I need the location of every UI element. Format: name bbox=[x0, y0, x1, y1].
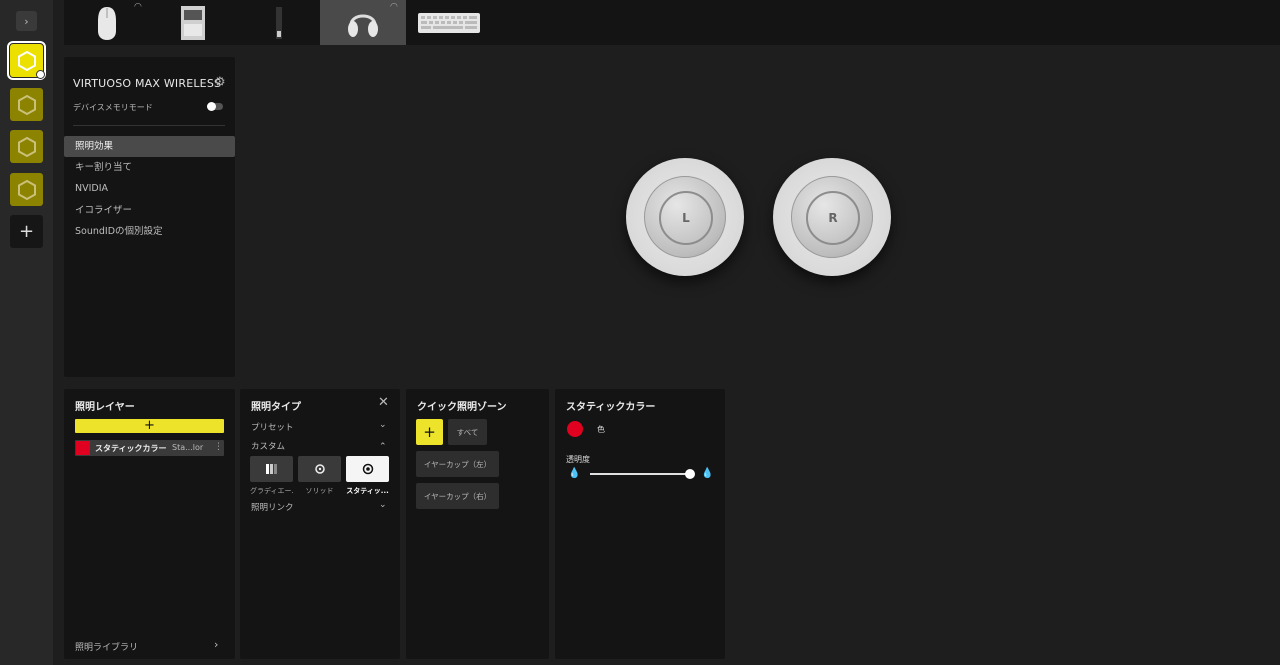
profile-button-2[interactable] bbox=[10, 88, 43, 121]
dongle-icon bbox=[181, 5, 205, 40]
solid-type-button[interactable] bbox=[298, 456, 341, 482]
left-earcup-label: L bbox=[682, 211, 690, 225]
panel-title: クイック照明ゾーン bbox=[417, 402, 507, 413]
drop-filled-icon: 💧 bbox=[701, 468, 714, 479]
chevron-up-icon[interactable]: ⌃ bbox=[379, 442, 387, 452]
headset-icon bbox=[348, 14, 378, 37]
gradient-caption: グラディエー... bbox=[250, 487, 293, 495]
opacity-slider-thumb[interactable] bbox=[685, 469, 695, 479]
menu-item-nvidia[interactable]: NVIDIA bbox=[64, 178, 235, 199]
device-tab-dongle[interactable] bbox=[150, 0, 236, 45]
layer-row[interactable]: スタティックカラー Sta...lor ⋮ bbox=[75, 440, 224, 456]
hexagon-icon bbox=[17, 136, 36, 157]
menu-item-lighting[interactable]: 照明効果 bbox=[64, 136, 235, 157]
profile-button-4[interactable] bbox=[10, 173, 43, 206]
quick-lighting-zones-panel: クイック照明ゾーン + すべて イヤーカップ（左） イヤーカップ（右） bbox=[406, 389, 549, 659]
panel-title: 照明レイヤー bbox=[75, 402, 135, 413]
static-caption: スタティッ... bbox=[346, 487, 389, 495]
right-earcup-preview[interactable]: R bbox=[773, 158, 891, 276]
zone-left-earcup-button[interactable]: イヤーカップ（左） bbox=[416, 451, 499, 477]
solid-icon bbox=[314, 464, 325, 474]
gradient-type-button[interactable] bbox=[250, 456, 293, 482]
lighting-link-section[interactable]: 照明リンク bbox=[251, 501, 294, 513]
device-title: VIRTUOSO MAX WIRELESS bbox=[73, 77, 222, 90]
close-icon[interactable]: ✕ bbox=[378, 395, 389, 410]
color-label: 色 bbox=[597, 425, 605, 434]
custom-section[interactable]: カスタム bbox=[251, 440, 285, 452]
opacity-slider[interactable] bbox=[590, 469, 695, 479]
device-tab-receiver[interactable] bbox=[236, 0, 322, 45]
left-earcup-preview[interactable]: L bbox=[626, 158, 744, 276]
wireless-icon: ◠ bbox=[134, 2, 142, 12]
lighting-library-link[interactable]: 照明ライブラリ bbox=[75, 640, 138, 653]
device-tab-keyboard[interactable] bbox=[406, 0, 492, 45]
keyboard-icon bbox=[418, 12, 480, 33]
chevron-down-icon[interactable]: ⌄ bbox=[379, 420, 387, 430]
profile-rail: › + bbox=[0, 0, 53, 665]
menu-item-equalizer[interactable]: イコライザー bbox=[64, 200, 235, 221]
wireless-icon: ◠ bbox=[390, 2, 398, 12]
profile-button-active[interactable] bbox=[7, 41, 46, 80]
add-zone-button[interactable]: + bbox=[416, 419, 443, 445]
panel-title: スタティックカラー bbox=[566, 402, 656, 413]
color-picker-swatch[interactable] bbox=[567, 421, 583, 437]
zone-right-earcup-button[interactable]: イヤーカップ（右） bbox=[416, 483, 499, 509]
static-color-panel: スタティックカラー 色 透明度 💧 💧 bbox=[555, 389, 725, 659]
preset-section[interactable]: プリセット bbox=[251, 421, 294, 433]
menu-item-key-assign[interactable]: キー割り当て bbox=[64, 157, 235, 178]
zone-all-button[interactable]: すべて bbox=[448, 419, 487, 445]
static-type-button[interactable] bbox=[346, 456, 389, 482]
layer-color-swatch bbox=[76, 441, 90, 455]
static-icon bbox=[362, 463, 373, 475]
more-options-icon[interactable]: ⋮ bbox=[214, 442, 223, 452]
add-profile-button[interactable]: + bbox=[10, 215, 43, 248]
hexagon-icon bbox=[17, 94, 36, 115]
opacity-label: 透明度 bbox=[566, 455, 590, 464]
drop-outline-icon: 💧 bbox=[568, 468, 581, 479]
menu-item-soundid[interactable]: SoundIDの個別設定 bbox=[64, 221, 235, 242]
memory-mode-label: デバイスメモリモード bbox=[73, 103, 153, 112]
divider bbox=[73, 125, 225, 126]
add-layer-button[interactable]: + bbox=[75, 419, 224, 433]
chevron-down-icon[interactable]: ⌄ bbox=[379, 500, 387, 510]
device-tab-mouse[interactable]: ◠ bbox=[64, 0, 150, 45]
device-bar: ◠ ◠ bbox=[64, 0, 1280, 45]
profile-button-3[interactable] bbox=[10, 130, 43, 163]
mouse-icon bbox=[98, 6, 116, 40]
device-menu-panel: VIRTUOSO MAX WIRELESS ⚙ デバイスメモリモード 照明効果 … bbox=[64, 57, 235, 377]
gear-icon[interactable]: ⚙ bbox=[214, 75, 226, 90]
gradient-icon bbox=[265, 464, 277, 474]
chevron-right-icon[interactable]: › bbox=[214, 638, 218, 651]
layer-subtitle: Sta...lor bbox=[172, 443, 204, 452]
lighting-type-panel: 照明タイプ ✕ プリセット ⌄ カスタム ⌃ グラディエー... ソリッド スタ… bbox=[240, 389, 400, 659]
right-earcup-label: R bbox=[828, 211, 838, 225]
device-tab-headset[interactable]: ◠ bbox=[320, 0, 406, 45]
hexagon-icon bbox=[17, 50, 36, 71]
hexagon-icon bbox=[17, 179, 36, 200]
profile-badge-icon bbox=[36, 70, 45, 79]
memory-mode-toggle[interactable] bbox=[207, 102, 223, 111]
usb-receiver-icon bbox=[276, 6, 282, 39]
expand-rail-button[interactable]: › bbox=[16, 11, 37, 31]
panel-title: 照明タイプ bbox=[251, 402, 301, 413]
layer-name: スタティックカラー bbox=[95, 444, 167, 453]
lighting-layers-panel: 照明レイヤー + スタティックカラー Sta...lor ⋮ 照明ライブラリ › bbox=[64, 389, 235, 659]
solid-caption: ソリッド bbox=[305, 487, 334, 495]
